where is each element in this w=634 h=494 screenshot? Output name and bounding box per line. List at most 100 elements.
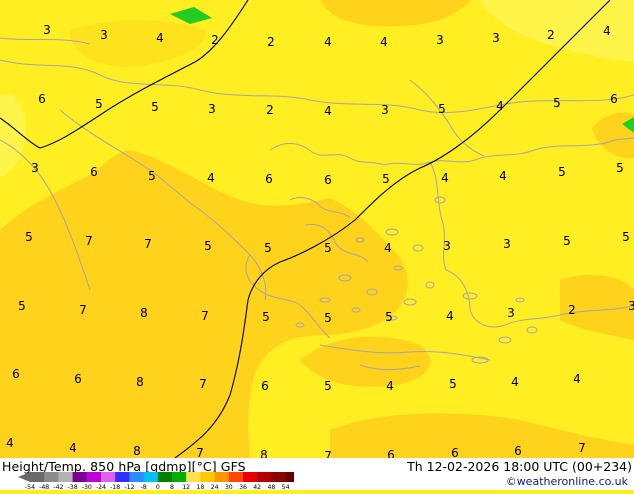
grid-value: 5 [324, 241, 332, 255]
scale-swatch [243, 472, 258, 482]
scale-swatch [86, 472, 102, 482]
grid-value: 7 [85, 234, 93, 248]
scale-swatch [285, 472, 301, 482]
scale-swatch [115, 472, 130, 482]
scale-swatch [72, 472, 88, 482]
grid-value: 3 [100, 28, 108, 42]
grid-value: 6 [265, 172, 273, 186]
grid-value: 2 [266, 103, 274, 117]
grid-value: 6 [451, 446, 459, 458]
grid-value: 5 [148, 169, 156, 183]
grid-value: 7 [199, 377, 207, 391]
scale-swatch [228, 472, 244, 482]
grid-value: 5 [563, 234, 571, 248]
grid-value: 5 [616, 161, 624, 175]
scale-tick-label: -8 [141, 484, 147, 490]
scale-swatch [157, 472, 173, 482]
scale-tick-label: 8 [170, 484, 174, 490]
scale-tick-label: 0 [156, 484, 160, 490]
scale-tick-label: 42 [253, 484, 261, 490]
scale-swatch [271, 472, 286, 482]
grid-value: 5 [151, 100, 159, 114]
grid-value: 4 [69, 441, 77, 455]
grid-value: 3 [628, 299, 634, 313]
grid-value: 4 [511, 375, 519, 389]
grid-value: 4 [384, 241, 392, 255]
grid-value: 2 [211, 33, 219, 47]
grid-value: 5 [204, 239, 212, 253]
scale-swatch [129, 472, 144, 482]
grid-value: 4 [573, 372, 581, 386]
scale-tick-label: 12 [182, 484, 190, 490]
scale-swatch [101, 472, 116, 482]
grid-value: 4 [207, 171, 215, 185]
grid-value: 3 [436, 33, 444, 47]
grid-value: 7 [578, 441, 586, 455]
grid-value: 5 [262, 310, 270, 324]
scale-tick-label: -42 [53, 484, 63, 490]
grid-value: 6 [90, 165, 98, 179]
grid-value: 3 [381, 103, 389, 117]
scale-swatch [172, 472, 187, 482]
grid-value: 8 [140, 306, 148, 320]
grid-value: 5 [385, 310, 393, 324]
grid-value: 8 [133, 444, 141, 458]
grid-value: 6 [514, 444, 522, 458]
grid-value: 4 [324, 35, 332, 49]
scale-tick-label: 18 [196, 484, 204, 490]
scale-tick-label: 48 [267, 484, 275, 490]
grid-value: 4 [441, 171, 449, 185]
color-scale-canvas: -54 -48 -42 -38 -30 -24 -18 -12 -8 0 8 12 18 24 30 36 42… [18, 472, 310, 491]
grid-value: 6 [610, 92, 618, 106]
scale-tick-label: 30 [225, 484, 233, 490]
grid-value: 2 [547, 28, 555, 42]
weather-map: 3 3 4 2 2 4 4 3 3 2 4 6 5 5 3 2 4 3 5 4 5 6 3 6 5 4 6 6 5 4 4 5 5 5 7 7 5 5 5 4… [0, 0, 634, 458]
scale-swatch [44, 472, 59, 482]
footer-bar: Height/Temp. 850 hPa [gdmp][°C] GFS Th 1… [0, 458, 634, 491]
scale-swatch [200, 472, 215, 482]
credit-link[interactable]: ©weatheronline.co.uk [506, 475, 628, 488]
grid-value: 5 [553, 96, 561, 110]
scale-tick-label: -38 [68, 484, 78, 490]
grid-value: 6 [38, 92, 46, 106]
grid-value: 5 [438, 102, 446, 116]
scale-tick-label: 36 [239, 484, 247, 490]
grid-value: 5 [558, 165, 566, 179]
grid-value: 5 [324, 379, 332, 393]
grid-value: 7 [196, 446, 204, 458]
grid-value: 3 [492, 31, 500, 45]
grid-value: 4 [6, 436, 14, 450]
grid-value: 6 [12, 367, 20, 381]
scale-tick-label: -24 [96, 484, 106, 490]
grid-value: 4 [499, 169, 507, 183]
scale-swatch [30, 472, 45, 482]
grid-value: 5 [264, 241, 272, 255]
scale-tick-label: -54 [25, 484, 35, 490]
grid-value: 5 [95, 97, 103, 111]
grid-value: 4 [380, 35, 388, 49]
grid-value: 5 [324, 311, 332, 325]
grid-value: 4 [386, 379, 394, 393]
scale-swatch [58, 472, 73, 482]
grid-value: 4 [446, 309, 454, 323]
scale-tick-label: -12 [124, 484, 134, 490]
grid-value: 5 [382, 172, 390, 186]
grid-value: 6 [387, 448, 395, 458]
scale-tick-label: -48 [39, 484, 49, 490]
grid-value: 3 [443, 239, 451, 253]
grid-value: 6 [324, 173, 332, 187]
scale-arrow-left [18, 472, 30, 482]
grid-value: 3 [507, 306, 515, 320]
grid-value: 7 [79, 303, 87, 317]
grid-value: 6 [74, 372, 82, 386]
grid-value: 5 [18, 299, 26, 313]
grid-value: 4 [496, 99, 504, 113]
grid-value: 8 [260, 448, 268, 458]
grid-value: 3 [43, 23, 51, 37]
scale-swatch [257, 472, 272, 482]
grid-value: 3 [31, 161, 39, 175]
grid-value: 5 [449, 377, 457, 391]
grid-value: 7 [324, 449, 332, 458]
grid-value: 2 [568, 303, 576, 317]
grid-value: 4 [603, 24, 611, 38]
